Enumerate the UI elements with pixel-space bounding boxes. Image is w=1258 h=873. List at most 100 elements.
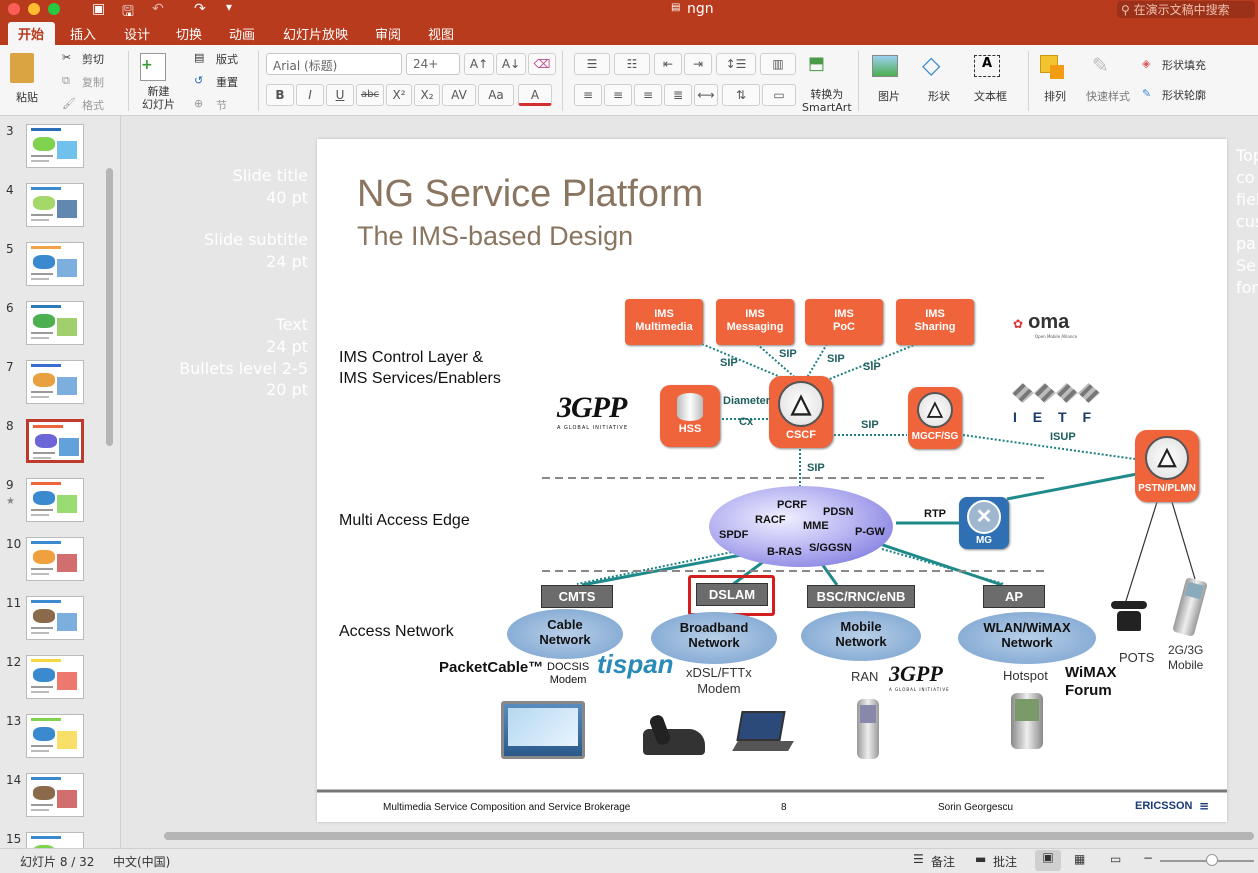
- slide-thumbnail[interactable]: [26, 183, 84, 227]
- convert-smartart-button[interactable]: 转换为 SmartArt: [802, 88, 852, 114]
- shape-outline-icon[interactable]: ✎: [1142, 87, 1151, 100]
- slide-subtitle[interactable]: The IMS-based Design: [357, 221, 633, 252]
- underline-icon[interactable]: U: [326, 84, 354, 106]
- columns-icon[interactable]: ▥: [760, 53, 796, 75]
- justify-icon[interactable]: ≣: [664, 84, 692, 106]
- font-name-select[interactable]: Arial (标题): [266, 53, 402, 75]
- customize-toolbar-icon[interactable]: ▾: [226, 0, 232, 14]
- shape-fill-button[interactable]: 形状填充: [1162, 57, 1206, 73]
- horizontal-scrollbar-track[interactable]: [164, 832, 1254, 840]
- shape-fill-icon[interactable]: ◈: [1142, 57, 1150, 70]
- normal-view-icon[interactable]: ▣: [1035, 850, 1061, 871]
- close-window-button[interactable]: [8, 3, 20, 15]
- subscript-icon[interactable]: X₂: [414, 84, 440, 106]
- minimize-window-button[interactable]: [28, 3, 40, 15]
- layout-icon[interactable]: ▤: [194, 51, 204, 64]
- format-painter-button[interactable]: 格式: [82, 97, 104, 113]
- new-slide-button[interactable]: 新建 幻灯片: [142, 85, 175, 111]
- bullets-icon[interactable]: ☰: [574, 53, 610, 75]
- slide-thumbnail[interactable]: [26, 301, 84, 345]
- copy-button[interactable]: 复制: [82, 74, 104, 90]
- reset-button[interactable]: 重置: [216, 74, 238, 90]
- distributed-icon[interactable]: ⟷: [694, 84, 718, 106]
- superscript-icon[interactable]: X²: [386, 84, 412, 106]
- slide[interactable]: NG Service Platform The IMS-based Design…: [317, 139, 1227, 822]
- slide-thumbnail[interactable]: [26, 596, 84, 640]
- language-indicator[interactable]: 中文(中国): [113, 853, 170, 870]
- slide-thumbnail[interactable]: [26, 360, 84, 404]
- clear-format-icon[interactable]: ⌫: [528, 53, 556, 75]
- increase-indent-icon[interactable]: ⇥: [684, 53, 712, 75]
- copy-icon[interactable]: ⧉: [62, 74, 70, 88]
- italic-icon[interactable]: I: [296, 84, 324, 106]
- align-text-icon[interactable]: ▭: [762, 84, 796, 106]
- thumbnail-scrollbar[interactable]: [106, 168, 113, 446]
- tab-design[interactable]: 设计: [124, 24, 150, 43]
- smartart-icon[interactable]: ⬒: [808, 53, 825, 74]
- picture-button[interactable]: 图片: [878, 88, 900, 104]
- picture-icon[interactable]: [872, 55, 898, 77]
- slide-thumbnail[interactable]: [26, 242, 84, 286]
- slide-thumbnail[interactable]: [26, 714, 84, 758]
- decrease-indent-icon[interactable]: ⇤: [654, 53, 682, 75]
- new-slide-icon[interactable]: +: [140, 53, 166, 81]
- section-icon[interactable]: ⊕: [194, 97, 203, 110]
- align-center-icon[interactable]: ≡: [604, 84, 632, 106]
- slide-thumbnails-pane[interactable]: 3 4 5 6 7 8 9 ★ 10 11 12 13 14 15: [0, 116, 121, 848]
- reset-icon[interactable]: ↺: [194, 74, 203, 87]
- sidebar-toggle-icon[interactable]: ▣: [92, 1, 105, 17]
- shape-button[interactable]: 形状: [928, 88, 950, 104]
- textbox-button[interactable]: 文本框: [974, 88, 1007, 104]
- tab-slideshow[interactable]: 幻灯片放映: [283, 24, 348, 43]
- slide-thumbnail[interactable]: [26, 478, 84, 522]
- shape-outline-button[interactable]: 形状轮廓: [1162, 87, 1206, 103]
- change-case-icon[interactable]: Aa: [478, 84, 514, 106]
- bold-icon[interactable]: B: [266, 84, 294, 106]
- zoom-window-button[interactable]: [48, 3, 60, 15]
- tab-transitions[interactable]: 切换: [176, 24, 202, 43]
- paste-button[interactable]: 粘贴: [16, 89, 38, 105]
- format-painter-icon[interactable]: 🖌: [62, 97, 76, 110]
- numbering-icon[interactable]: ☷: [614, 53, 650, 75]
- cut-button[interactable]: 剪切: [82, 51, 104, 67]
- quick-styles-button[interactable]: 快速样式: [1086, 88, 1130, 104]
- notes-button[interactable]: 备注: [931, 853, 955, 870]
- font-size-select[interactable]: 24+: [406, 53, 460, 75]
- text-direction-icon[interactable]: ⇅: [722, 84, 760, 106]
- align-left-icon[interactable]: ≡: [574, 84, 602, 106]
- section-button[interactable]: 节: [216, 97, 227, 113]
- decrease-font-icon[interactable]: A↓: [496, 53, 526, 75]
- slide-thumbnail[interactable]: [26, 773, 84, 817]
- strikethrough-icon[interactable]: abc: [356, 84, 384, 106]
- undo-icon[interactable]: ↶: [152, 1, 164, 17]
- shape-icon[interactable]: ◇: [922, 51, 940, 79]
- slide-thumbnail[interactable]: [26, 537, 84, 581]
- comments-icon[interactable]: ▬: [975, 852, 986, 866]
- tab-home[interactable]: 开始: [18, 24, 44, 43]
- slide-thumbnail[interactable]: [26, 655, 84, 699]
- slideshow-view-icon[interactable]: ▭: [1110, 852, 1121, 866]
- slide-thumbnail[interactable]: [26, 124, 84, 168]
- slide-thumbnail[interactable]: [26, 832, 84, 848]
- redo-icon[interactable]: ↷: [194, 1, 206, 17]
- quick-styles-icon[interactable]: ✎: [1092, 53, 1109, 77]
- font-color-icon[interactable]: A: [518, 84, 552, 106]
- textbox-icon[interactable]: A: [974, 55, 1000, 77]
- tab-view[interactable]: 视图: [428, 24, 454, 43]
- horizontal-scrollbar-thumb[interactable]: [164, 832, 1254, 840]
- slide-thumbnail[interactable]: [26, 419, 84, 463]
- char-spacing-icon[interactable]: AV: [442, 84, 476, 106]
- comments-button[interactable]: 批注: [993, 853, 1017, 870]
- tab-animations[interactable]: 动画: [229, 24, 255, 43]
- zoom-slider-thumb[interactable]: [1206, 854, 1218, 866]
- layout-button[interactable]: 版式: [216, 51, 238, 67]
- align-right-icon[interactable]: ≡: [634, 84, 662, 106]
- line-spacing-icon[interactable]: ↕☰: [716, 53, 756, 75]
- arrange-button[interactable]: 排列: [1044, 88, 1066, 104]
- tab-insert[interactable]: 插入: [70, 24, 96, 43]
- zoom-out-icon[interactable]: −: [1143, 851, 1153, 865]
- tab-review[interactable]: 审阅: [375, 24, 401, 43]
- cut-icon[interactable]: ✂: [62, 51, 71, 64]
- slide-title[interactable]: NG Service Platform: [357, 173, 703, 216]
- search-box[interactable]: ⚲ 在演示文稿中搜索: [1117, 1, 1255, 18]
